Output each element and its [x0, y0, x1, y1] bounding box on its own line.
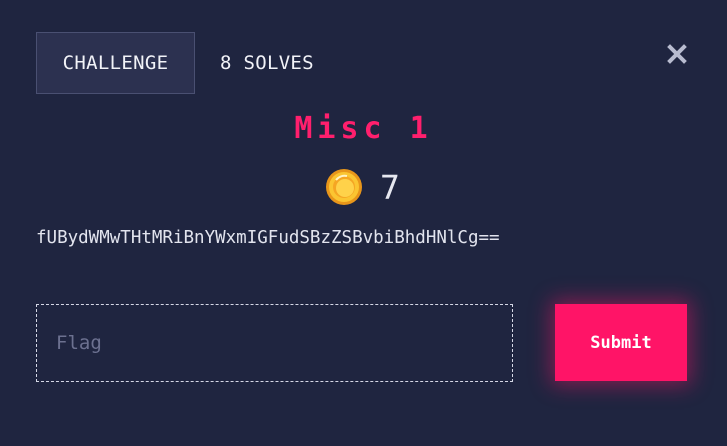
coin-icon — [326, 169, 362, 205]
points-value: 7 — [380, 167, 400, 207]
tab-bar: CHALLENGE 8 SOLVES — [36, 32, 314, 94]
challenge-title: Misc 1 — [294, 111, 433, 146]
challenge-description: fUBydWMwTHtMRiBnYWxmIGFudSBzZSBvbiBhdHNl… — [36, 228, 500, 248]
challenge-points: 7 — [325, 167, 400, 207]
close-icon[interactable] — [666, 43, 688, 65]
tab-solves[interactable]: 8 SOLVES — [195, 32, 314, 94]
flag-input[interactable] — [36, 304, 513, 382]
tab-challenge[interactable]: CHALLENGE — [36, 32, 195, 94]
close-icon-graphic — [667, 44, 687, 64]
challenge-modal: CHALLENGE 8 SOLVES Misc 1 7 fUBydWMwTHtM… — [0, 0, 727, 446]
submit-button[interactable]: Submit — [555, 304, 687, 381]
